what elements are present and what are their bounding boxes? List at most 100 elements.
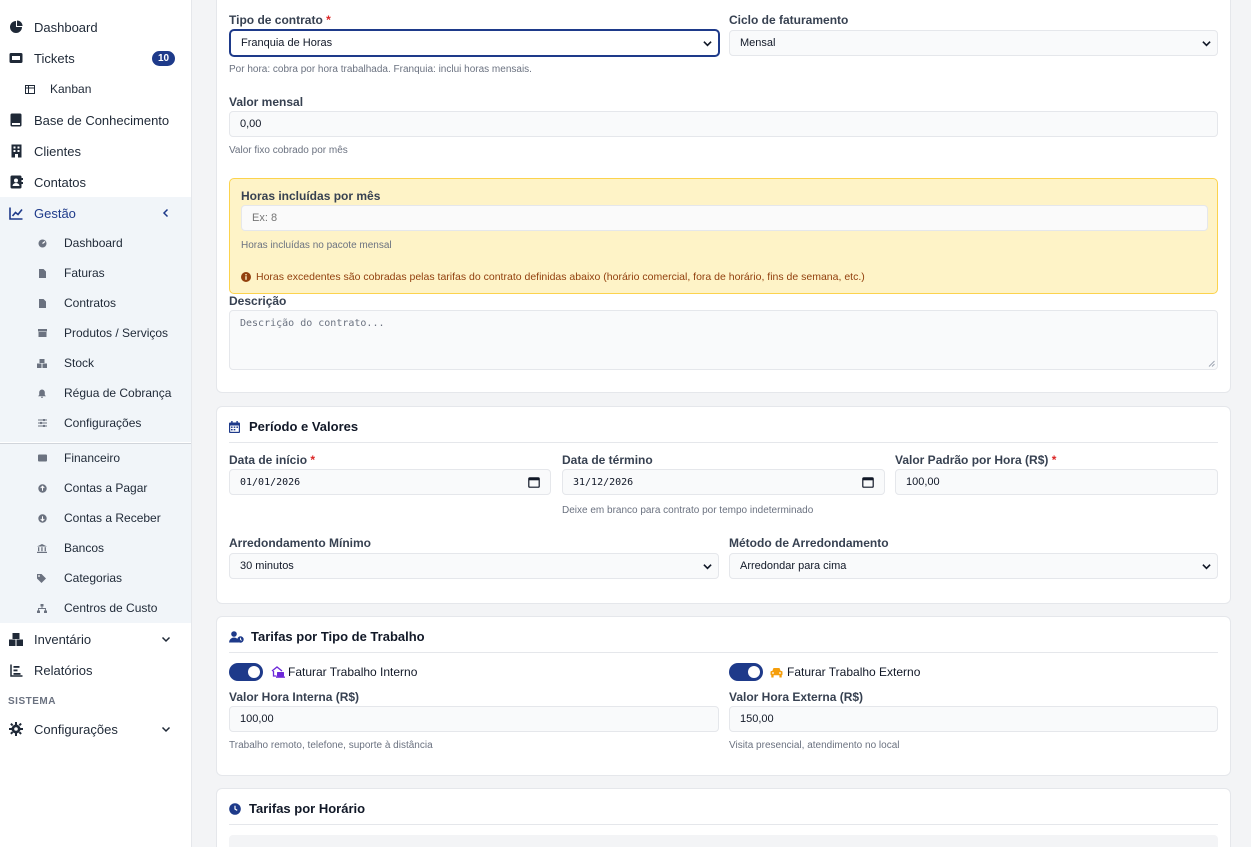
sidebar-sub-label: Financeiro — [64, 451, 121, 465]
sidebar-sub-label: Contas a Pagar — [64, 481, 148, 495]
sidebar-item-inventario[interactable]: Inventário — [0, 624, 191, 654]
horas-excedentes-warning: Horas excedentes são cobradas pelas tari… — [241, 271, 865, 283]
sidebar-item-label: Kanban — [50, 82, 92, 96]
sidebar-item-label: Tickets — [34, 50, 75, 66]
sidebar-sub-categorias[interactable]: Categorias — [0, 563, 191, 593]
file-contract-icon — [37, 298, 47, 308]
data-inicio-input[interactable]: 01/01/2026 — [229, 469, 551, 495]
section-divider — [229, 652, 1218, 653]
bank-icon — [37, 543, 47, 553]
tarifas-horario-card: Tarifas por Horário — [216, 788, 1231, 847]
sidebar: Dashboard Tickets 10 Kanban Base de Conh… — [0, 0, 192, 847]
bell-icon — [37, 388, 47, 398]
sidebar-sub-label: Dashboard — [64, 236, 123, 250]
box-icon — [37, 328, 47, 338]
sidebar-item-relatorios[interactable]: Relatórios — [0, 655, 191, 685]
chevron-down-icon — [1202, 41, 1211, 47]
faturar-interno-text: Faturar Trabalho Interno — [288, 665, 418, 679]
sidebar-sub-contas-receber[interactable]: Contas a Receber — [0, 503, 191, 533]
tarifas-tipo-title: Tarifas por Tipo de Trabalho — [229, 629, 425, 644]
horas-warning-text: Horas excedentes são cobradas pelas tari… — [256, 271, 865, 283]
tarifas-tipo-card: Tarifas por Tipo de Trabalho Faturar Tra… — [216, 616, 1231, 776]
sitemap-icon — [37, 603, 47, 613]
calendar-picker-icon[interactable] — [528, 476, 540, 488]
data-termino-input[interactable]: 31/12/2026 — [562, 469, 885, 495]
chart-line-icon — [9, 206, 23, 220]
valor-mensal-value: 0,00 — [240, 118, 262, 130]
horas-incluidas-label: Horas incluídas por mês — [241, 189, 381, 203]
sidebar-item-contatos[interactable]: Contatos — [0, 167, 191, 197]
sidebar-sub-bancos[interactable]: Bancos — [0, 533, 191, 563]
sidebar-sub-label: Bancos — [64, 541, 105, 555]
sidebar-sub-label: Contratos — [64, 296, 117, 310]
sidebar-sub-contratos[interactable]: Contratos — [0, 288, 191, 318]
valor-mensal-label: Valor mensal — [229, 95, 304, 109]
chevron-down-icon — [1202, 564, 1211, 570]
tarifas-title-text: Tarifas por Tipo de Trabalho — [251, 629, 425, 644]
sidebar-sub-faturas[interactable]: Faturas — [0, 258, 191, 288]
sidebar-item-clientes[interactable]: Clientes — [0, 136, 191, 166]
tickets-count-badge: 10 — [152, 51, 175, 66]
sidebar-sub-label: Stock — [64, 356, 95, 370]
valor-mensal-input[interactable]: 0,00 — [229, 111, 1218, 137]
horas-incluidas-input[interactable] — [241, 205, 1208, 231]
sidebar-sub-regua[interactable]: Régua de Cobrança — [0, 378, 191, 408]
tarifas-horario-table-header — [229, 835, 1218, 847]
sidebar-sub-label: Produtos / Serviços — [64, 326, 169, 340]
sidebar-sub-centros-custo[interactable]: Centros de Custo — [0, 593, 191, 623]
metodo-arredondamento-value: Arredondar para cima — [740, 560, 847, 572]
sidebar-item-base-conhecimento[interactable]: Base de Conhecimento — [0, 105, 191, 135]
sidebar-item-label: Gestão — [34, 205, 76, 221]
periodo-title-text: Período e Valores — [249, 419, 359, 434]
arredondamento-select[interactable]: 30 minutos — [229, 553, 719, 579]
arrow-circle-down-icon — [37, 513, 47, 523]
arrow-circle-up-icon — [37, 483, 47, 493]
faturar-externo-toggle[interactable] — [729, 663, 763, 681]
horario-title-text: Tarifas por Horário — [249, 801, 366, 816]
chevron-down-icon — [161, 726, 171, 733]
horas-incluidas-field[interactable] — [252, 212, 1207, 224]
sidebar-item-label: Configurações — [34, 721, 118, 737]
horas-incluidas-help: Horas incluídas no pacote mensal — [241, 240, 392, 251]
calendar-icon — [229, 420, 243, 434]
valor-hora-externa-value: 150,00 — [740, 713, 774, 725]
valor-hora-interna-help: Trabalho remoto, telefone, suporte à dis… — [229, 740, 433, 751]
chart-bar-icon — [9, 663, 23, 677]
descricao-textarea[interactable]: Descrição do contrato... — [229, 310, 1218, 370]
tipo-contrato-select[interactable]: Franquia de Horas — [230, 30, 719, 56]
valor-hora-value: 100,00 — [906, 476, 940, 488]
valor-hora-input[interactable]: 100,00 — [895, 469, 1218, 495]
sidebar-sub-dashboard[interactable]: Dashboard — [0, 228, 191, 258]
valor-hora-interna-value: 100,00 — [240, 713, 274, 725]
sidebar-item-tickets[interactable]: Tickets 10 — [0, 43, 191, 73]
contract-details-card: Tipo de contrato * Franquia de Horas Cic… — [216, 0, 1231, 393]
chevron-down-icon — [161, 636, 171, 643]
info-circle-icon — [241, 272, 251, 282]
sidebar-sub-label: Régua de Cobrança — [64, 386, 172, 400]
toggle-knob — [248, 666, 260, 678]
resize-handle-icon[interactable] — [1208, 360, 1215, 367]
data-termino-label: Data de término — [562, 453, 653, 467]
sidebar-item-kanban[interactable]: Kanban — [0, 74, 191, 104]
sidebar-item-configuracoes[interactable]: Configurações — [0, 714, 191, 744]
faturar-interno-toggle[interactable] — [229, 663, 263, 681]
sidebar-sub-label: Contas a Receber — [64, 511, 161, 525]
house-laptop-icon — [271, 666, 285, 679]
valor-hora-externa-input[interactable]: 150,00 — [729, 706, 1218, 732]
faturar-externo-label: Faturar Trabalho Externo — [770, 665, 920, 679]
metodo-arredondamento-select[interactable]: Arredondar para cima — [729, 553, 1218, 579]
sidebar-sub-financeiro[interactable]: Financeiro — [0, 443, 191, 473]
boxes-icon — [37, 358, 47, 368]
calendar-picker-icon[interactable] — [862, 476, 874, 488]
section-divider — [229, 824, 1218, 825]
sidebar-sub-contas-pagar[interactable]: Contas a Pagar — [0, 473, 191, 503]
sidebar-item-gestao[interactable]: Gestão — [0, 198, 191, 228]
valor-hora-interna-input[interactable]: 100,00 — [229, 706, 719, 732]
sidebar-item-label: Dashboard — [34, 19, 98, 35]
sidebar-sub-label: Configurações — [64, 416, 142, 430]
sidebar-item-dashboard[interactable]: Dashboard — [0, 12, 191, 42]
ciclo-faturamento-select[interactable]: Mensal — [729, 30, 1218, 56]
sidebar-sub-produtos[interactable]: Produtos / Serviços — [0, 318, 191, 348]
sidebar-sub-configuracoes[interactable]: Configurações — [0, 408, 191, 438]
sidebar-sub-stock[interactable]: Stock — [0, 348, 191, 378]
